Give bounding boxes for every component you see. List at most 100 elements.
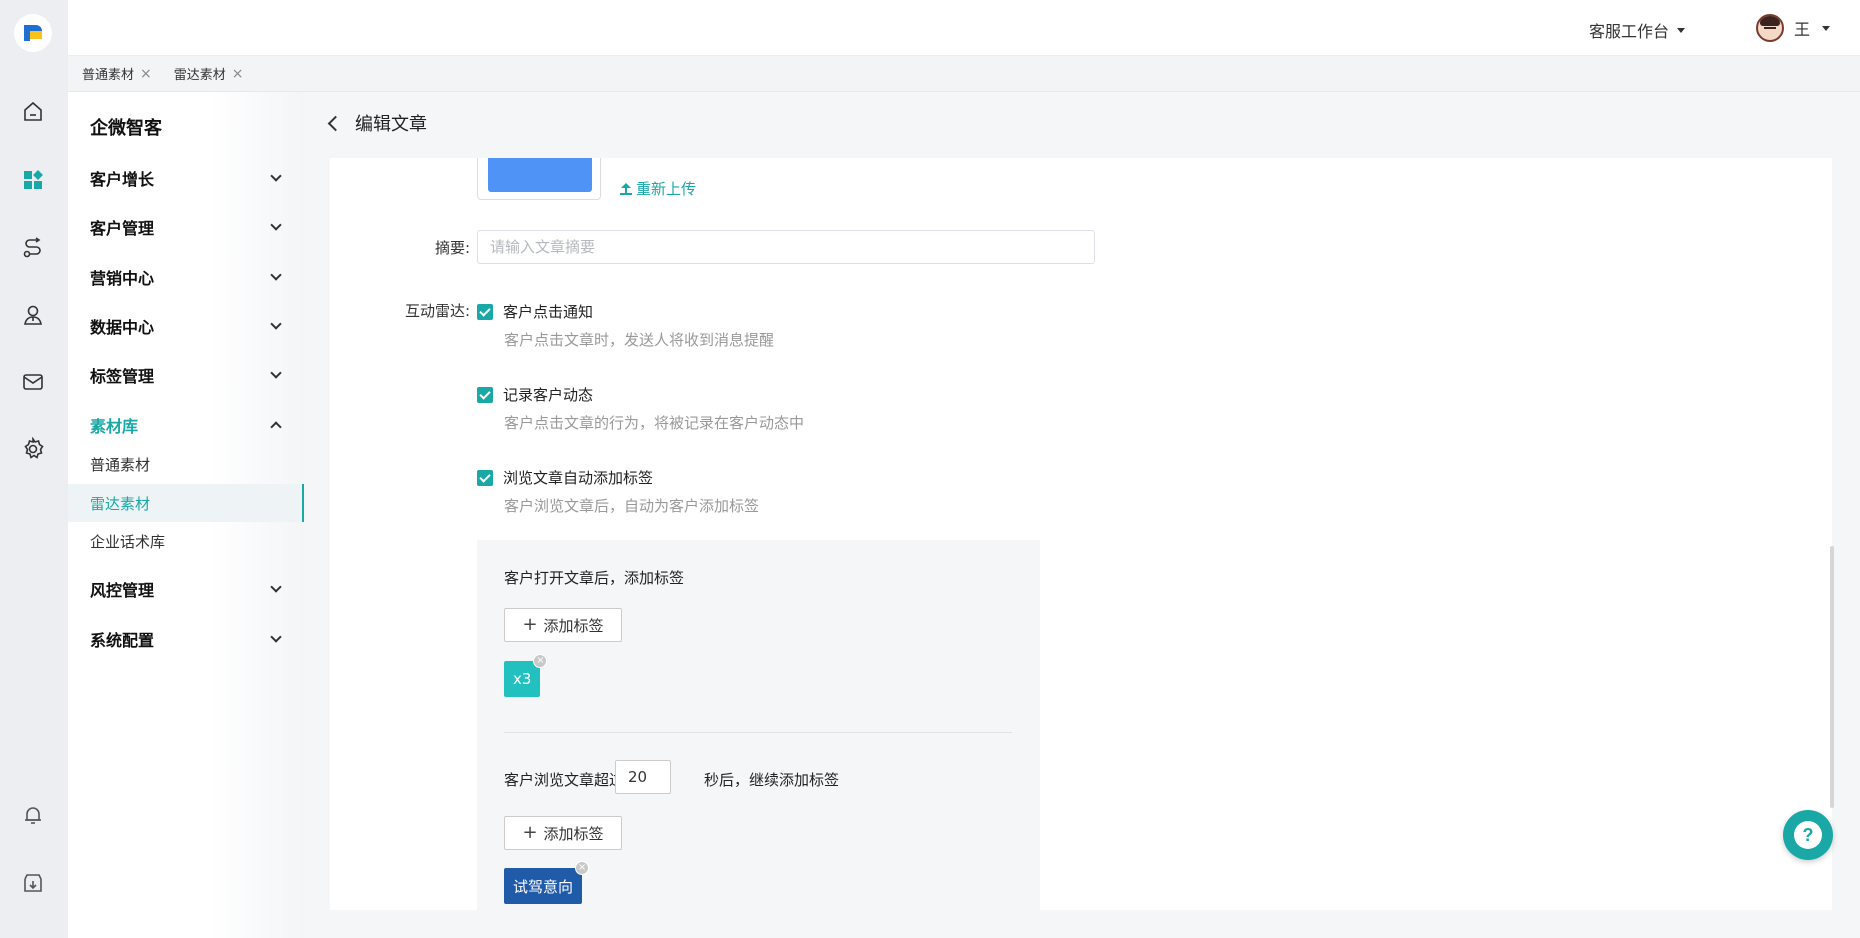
help-button[interactable]: ? (1783, 810, 1833, 860)
chevron-down-icon (270, 318, 282, 330)
checkbox-checked[interactable] (477, 303, 493, 320)
workspace-label: 客服工作台 (1588, 22, 1669, 41)
settings-icon[interactable] (18, 434, 48, 464)
download-icon[interactable] (18, 868, 48, 898)
option-click-notify[interactable]: 客户点击通知 (477, 301, 593, 322)
tab-normal-material[interactable]: 普通素材 × (82, 64, 152, 84)
chevron-up-icon (270, 421, 282, 433)
sidebar-item-risk-control[interactable]: 风控管理 (90, 574, 286, 604)
back-arrow-icon[interactable] (327, 115, 344, 131)
menu-label: 数据中心 (90, 318, 155, 337)
tab-label: 普通素材 (82, 68, 135, 83)
reupload-label: 重新上传 (636, 180, 697, 198)
home-icon[interactable] (18, 97, 48, 127)
route-icon[interactable] (18, 233, 48, 263)
menu-label: 客户管理 (90, 219, 155, 238)
menu-label: 客户增长 (90, 170, 155, 189)
add-open-tag-button[interactable]: + 添加标签 (504, 608, 622, 642)
sidebar-item-marketing[interactable]: 营销中心 (90, 262, 286, 292)
menu-label: 营销中心 (90, 269, 155, 288)
icon-rail (0, 0, 68, 938)
chevron-down-icon (270, 631, 282, 643)
browse-tag-prefix: 客户浏览文章超过 (504, 771, 625, 789)
mail-icon[interactable] (18, 367, 48, 397)
tag-chip: 试驾意向 × (504, 861, 590, 904)
close-icon[interactable]: × (575, 861, 590, 875)
menu-label: 素材库 (90, 417, 139, 436)
option-desc: 客户点击文章的行为，将被记录在客户动态中 (504, 414, 805, 432)
cover-image-preview (488, 158, 592, 192)
page-header: 编辑文章 (327, 110, 427, 136)
chevron-down-icon (270, 170, 282, 182)
chevron-down-icon (270, 269, 282, 281)
menu-label: 标签管理 (90, 367, 155, 386)
sidebar-menu: 企微智客 客户增长 客户管理 营销中心 数据中心 标签管理 素材库 普通素材 雷… (68, 92, 304, 938)
plus-icon: + (522, 822, 538, 843)
tab-radar-material[interactable]: 雷达素材 × (173, 64, 244, 84)
question-icon: ? (1794, 821, 1822, 849)
customer-icon[interactable] (18, 300, 48, 330)
user-name: 王 (1793, 20, 1810, 39)
add-tag-label: 添加标签 (543, 616, 604, 635)
sidebar-subitem-radar-material[interactable]: 雷达素材 (68, 484, 304, 522)
bell-icon[interactable] (18, 800, 48, 830)
browse-tag-suffix: 秒后，继续添加标签 (704, 771, 840, 789)
sidebar-subitem-script-library[interactable]: 企业话术库 (68, 522, 304, 560)
avatar (1755, 14, 1784, 42)
apps-icon[interactable] (18, 165, 48, 195)
option-label: 客户点击通知 (503, 303, 594, 321)
tab-label: 雷达素材 (173, 68, 226, 83)
open-tabs-bar: 普通素材 × 雷达素材 × (68, 56, 1860, 92)
sidebar-item-material-library[interactable]: 素材库 (90, 410, 286, 440)
caret-down-icon (1677, 27, 1685, 33)
auto-tag-panel: 客户打开文章后，添加标签 + 添加标签 x3 × 客户浏览文章超过 20 秒后，… (477, 540, 1040, 910)
close-icon[interactable]: × (533, 654, 548, 668)
open-tag-title: 客户打开文章后，添加标签 (504, 569, 685, 587)
divider (504, 732, 1012, 733)
add-tag-label: 添加标签 (543, 824, 604, 843)
option-auto-tag[interactable]: 浏览文章自动添加标签 (477, 467, 653, 488)
tag-chip-label: 试驾意向 (513, 877, 574, 896)
sidebar-subitem-normal-material[interactable]: 普通素材 (68, 445, 304, 483)
radar-label: 互动雷达: (404, 302, 470, 320)
chevron-down-icon (270, 219, 282, 231)
checkbox-checked[interactable] (477, 469, 493, 486)
tag-chip: x3 × (504, 654, 548, 697)
user-menu[interactable]: 王 (1755, 14, 1830, 42)
sidebar-brand: 企微智客 (90, 118, 162, 139)
app-logo[interactable] (14, 14, 52, 52)
close-icon[interactable]: × (140, 66, 152, 82)
edit-article-form: 重新上传 摘要: 互动雷达: 客户点击通知 客户点击文章时，发送人将收到消息提醒… (330, 158, 1832, 910)
scrollbar[interactable] (1830, 546, 1834, 808)
cover-image (477, 158, 601, 200)
menu-label: 风控管理 (90, 581, 155, 600)
top-header: 客服工作台 王 (68, 0, 1860, 56)
upload-icon (620, 182, 632, 195)
caret-down-icon (1822, 25, 1830, 31)
checkbox-checked[interactable] (477, 386, 493, 403)
add-browse-tag-button[interactable]: + 添加标签 (504, 816, 622, 850)
option-desc: 客户点击文章时，发送人将收到消息提醒 (504, 331, 775, 349)
logo-icon (24, 25, 42, 41)
summary-label: 摘要: (434, 239, 470, 257)
chevron-down-icon (270, 367, 282, 379)
sidebar-item-system-config[interactable]: 系统配置 (90, 624, 286, 654)
option-label: 浏览文章自动添加标签 (503, 469, 654, 487)
browse-seconds-input[interactable]: 20 (615, 760, 671, 794)
sidebar-item-customer-management[interactable]: 客户管理 (90, 212, 286, 242)
reupload-button[interactable]: 重新上传 (620, 178, 696, 199)
option-desc: 客户浏览文章后，自动为客户添加标签 (504, 497, 760, 515)
menu-label: 系统配置 (90, 631, 155, 650)
option-record-activity[interactable]: 记录客户动态 (477, 384, 593, 405)
page-title: 编辑文章 (355, 114, 427, 135)
tag-chip-label: x3 (513, 670, 532, 688)
workspace-dropdown[interactable]: 客服工作台 (1589, 18, 1685, 42)
option-label: 记录客户动态 (503, 386, 594, 404)
sidebar-item-tag-management[interactable]: 标签管理 (90, 360, 286, 390)
sidebar-item-customer-growth[interactable]: 客户增长 (90, 163, 286, 193)
sidebar-item-data-center[interactable]: 数据中心 (90, 311, 286, 341)
plus-icon: + (522, 614, 538, 635)
close-icon[interactable]: × (232, 66, 244, 82)
summary-input[interactable] (477, 230, 1095, 264)
chevron-down-icon (270, 581, 282, 593)
